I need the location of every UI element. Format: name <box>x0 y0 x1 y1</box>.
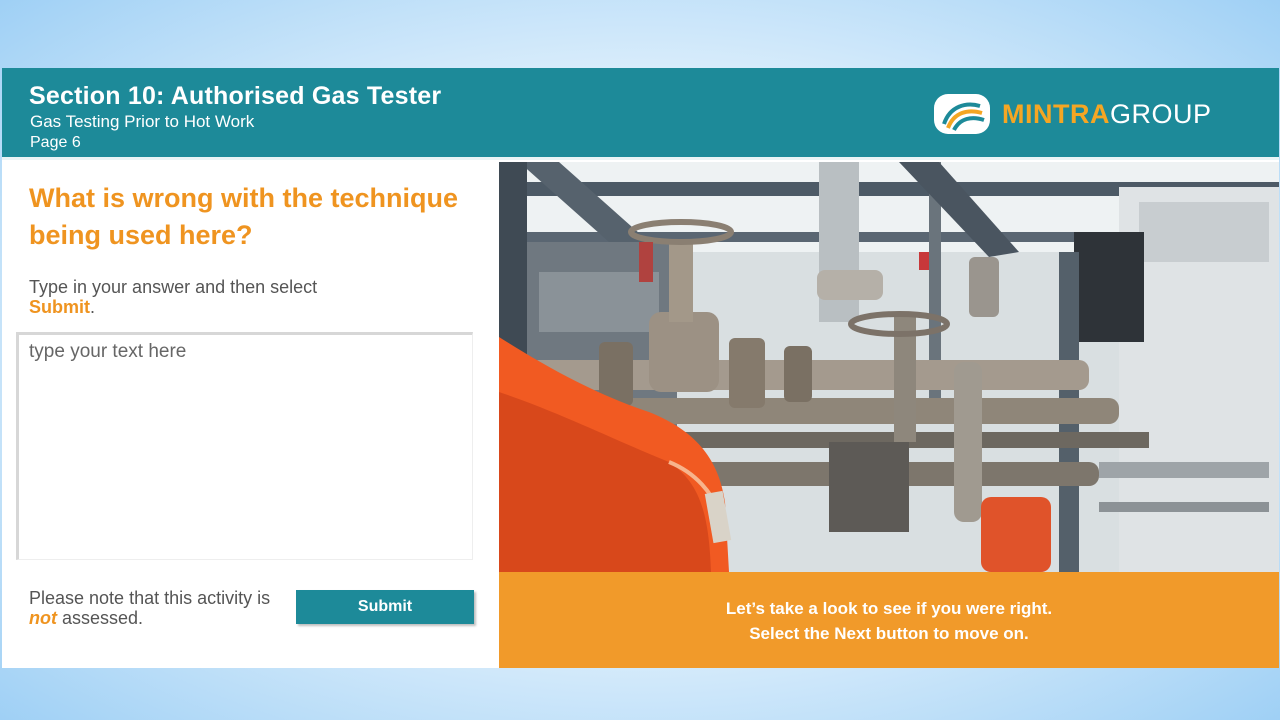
note-not-highlight: not <box>29 608 57 628</box>
logo-text-mintra: MINTRA <box>1002 99 1110 129</box>
question-heading: What is wrong with the technique being u… <box>29 183 458 250</box>
lesson-subtitle: Gas Testing Prior to Hot Work <box>30 112 255 131</box>
instruction-submit-highlight: Submit <box>29 297 90 317</box>
submit-button[interactable]: Submit <box>296 590 474 624</box>
note-suffix: assessed. <box>62 608 144 628</box>
gas-testing-photo <box>499 162 1279 572</box>
mintra-group-logo: MINTRAGROUP <box>932 92 1212 136</box>
page-number: Page 6 <box>30 134 81 151</box>
feedback-banner: Let’s take a look to see if you were rig… <box>499 572 1279 668</box>
instruction-suffix: . <box>90 297 96 317</box>
feedback-line-1: Let’s take a look to see if you were rig… <box>725 599 1053 618</box>
assessment-note: Please note that this activity is not as… <box>29 588 299 628</box>
section-title: Section 10: Authorised Gas Tester <box>29 82 442 110</box>
mintra-logo-icon <box>934 94 990 134</box>
note-prefix: Please note that this activity is <box>29 588 271 608</box>
logo-wordmark: MINTRAGROUP <box>1002 92 1212 136</box>
logo-text-group: GROUP <box>1109 99 1212 129</box>
instruction-text: Type in your answer and then select Subm… <box>29 277 469 317</box>
feedback-line-2: Select the Next button to move on. <box>749 624 1029 643</box>
activity-panel: What is wrong with the technique being u… <box>2 162 498 668</box>
slide-header: Section 10: Authorised Gas Tester Gas Te… <box>2 68 1279 160</box>
industrial-valves-illustration <box>499 162 1279 572</box>
instruction-prefix: Type in your answer and then select <box>29 277 318 297</box>
course-slide: Section 10: Authorised Gas Tester Gas Te… <box>2 68 1279 668</box>
answer-input[interactable] <box>16 332 473 560</box>
